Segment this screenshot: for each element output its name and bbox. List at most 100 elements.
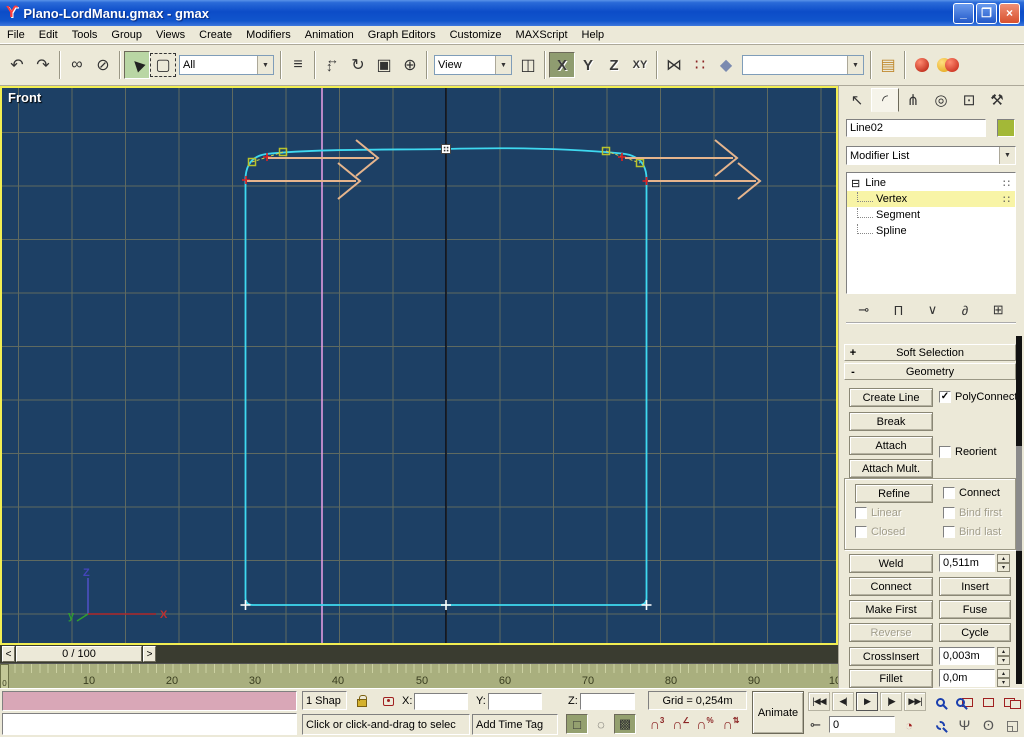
configure-modifier-sets-icon[interactable]: ⊞: [993, 302, 1004, 318]
object-color-swatch[interactable]: [997, 119, 1015, 137]
close-button[interactable]: ×: [999, 3, 1020, 24]
time-config-icon[interactable]: ◔: [898, 715, 920, 735]
modifier-list-dropdown[interactable]: Modifier List ▼: [846, 146, 1016, 165]
tab-motion-icon[interactable]: ◎: [927, 88, 955, 112]
title-bar[interactable]: ϒ Plano-LordManu.gmax - gmax _ ❐ ×: [0, 0, 1024, 26]
weld-spinner[interactable]: ▴ ▾: [997, 554, 1010, 572]
material-editor-icon[interactable]: [909, 51, 935, 79]
attach-button[interactable]: Attach: [849, 436, 933, 455]
spinner-snap-icon[interactable]: ∩⇅: [720, 714, 742, 734]
next-frame-button[interactable]: |▶: [880, 692, 902, 711]
front-viewport[interactable]: Front: [0, 86, 838, 645]
fillet-field[interactable]: [939, 669, 995, 687]
menu-file[interactable]: File: [0, 27, 32, 43]
zoom-button[interactable]: [930, 692, 951, 712]
percent-snap-icon[interactable]: ∩%: [694, 714, 716, 734]
select-and-scale-icon[interactable]: ▣: [371, 51, 397, 79]
render-icon[interactable]: [935, 51, 961, 79]
previous-frame-button[interactable]: ◀|: [832, 692, 854, 711]
vertex-marker[interactable]: [642, 600, 652, 610]
fillet-spinner[interactable]: ▴ ▾: [997, 669, 1010, 687]
menu-modifiers[interactable]: Modifiers: [239, 27, 298, 43]
cycle-button[interactable]: Cycle: [939, 623, 1011, 642]
tab-create-icon[interactable]: ↖: [843, 88, 871, 112]
region-zoom-button[interactable]: [930, 715, 951, 735]
play-button[interactable]: ▶: [856, 692, 878, 711]
spinner-up-icon[interactable]: ▴: [997, 647, 1010, 656]
rollout-expand-icon[interactable]: +: [845, 347, 861, 359]
refine-button[interactable]: Refine: [855, 484, 933, 503]
maximize-button[interactable]: ❐: [976, 3, 997, 24]
viewport-label[interactable]: Front: [8, 90, 41, 105]
array-icon[interactable]: ∷: [687, 51, 713, 79]
create-line-button[interactable]: Create Line: [849, 388, 933, 407]
remove-modifier-icon[interactable]: ∂: [962, 303, 968, 318]
menu-views[interactable]: Views: [149, 27, 192, 43]
menu-maxscript[interactable]: MAXScript: [509, 27, 575, 43]
select-and-rotate-icon[interactable]: ↻: [345, 51, 371, 79]
pin-stack-icon[interactable]: ⊸: [858, 302, 869, 318]
weld-button[interactable]: Weld: [849, 554, 933, 573]
viewport-canvas[interactable]: Z X y: [2, 88, 836, 643]
selection-lock-button[interactable]: [351, 691, 373, 711]
menu-help[interactable]: Help: [575, 27, 612, 43]
reference-coordinate-dropdown[interactable]: View ▼: [434, 55, 512, 75]
undo-icon[interactable]: ↶: [4, 51, 30, 79]
insert-button[interactable]: Insert: [939, 577, 1011, 596]
tab-hierarchy-icon[interactable]: ⋔: [899, 88, 927, 112]
break-button[interactable]: Break: [849, 412, 933, 431]
key-mode-button[interactable]: ⊸: [804, 715, 826, 735]
menu-customize[interactable]: Customize: [443, 27, 509, 43]
unlink-selection-icon[interactable]: ⊘: [90, 51, 116, 79]
zoom-extents-all-button[interactable]: [1002, 692, 1023, 712]
chevron-down-icon[interactable]: ▼: [847, 56, 863, 74]
align-icon[interactable]: ◆: [713, 51, 739, 79]
vertex-marker[interactable]: [441, 600, 451, 610]
spinner-down-icon[interactable]: ▾: [997, 678, 1010, 687]
menu-graph-editors[interactable]: Graph Editors: [361, 27, 443, 43]
stack-row-spline[interactable]: Spline: [847, 223, 1015, 239]
select-and-manipulate-icon[interactable]: ⊕: [397, 51, 423, 79]
add-time-tag[interactable]: Add Time Tag: [472, 714, 558, 735]
restrict-xy-button[interactable]: XY: [627, 52, 653, 78]
current-frame-marker[interactable]: 0: [0, 664, 9, 688]
snap-3d-icon[interactable]: ∩3: [646, 714, 668, 734]
make-unique-icon[interactable]: ∨: [928, 302, 938, 318]
collapse-icon[interactable]: ⊟: [851, 177, 860, 190]
menu-animation[interactable]: Animation: [298, 27, 361, 43]
menu-group[interactable]: Group: [104, 27, 149, 43]
attach-mult-button[interactable]: Attach Mult.: [849, 459, 933, 478]
panel-scrollbar[interactable]: [1016, 336, 1022, 684]
spinner-down-icon[interactable]: ▾: [997, 563, 1010, 572]
menu-create[interactable]: Create: [192, 27, 239, 43]
spinner-down-icon[interactable]: ▾: [997, 656, 1010, 665]
rollout-soft-selection[interactable]: + Soft Selection: [844, 344, 1016, 361]
degradation-override-icon[interactable]: □: [566, 714, 588, 734]
x-coord-field[interactable]: [414, 693, 468, 710]
select-and-move-icon[interactable]: ↔↕: [319, 51, 345, 79]
spinner-up-icon[interactable]: ▴: [997, 669, 1010, 678]
z-coord-field[interactable]: [580, 693, 635, 710]
fuse-button[interactable]: Fuse: [939, 600, 1011, 619]
go-to-end-button[interactable]: ▶▶|: [904, 692, 926, 711]
menu-tools[interactable]: Tools: [65, 27, 105, 43]
tab-utilities-icon[interactable]: ⚒: [983, 88, 1011, 112]
mirror-icon[interactable]: ⋈: [661, 51, 687, 79]
stack-row-line[interactable]: ⊟ Line ∷: [847, 175, 1015, 191]
minimize-button[interactable]: _: [953, 3, 974, 24]
stack-row-segment[interactable]: Segment: [847, 207, 1015, 223]
vertex-marker[interactable]: [241, 600, 251, 610]
frame-prev-button[interactable]: <: [2, 646, 15, 662]
rollout-geometry[interactable]: - Geometry: [844, 363, 1016, 380]
object-name-field[interactable]: [846, 119, 986, 137]
selection-filter-dropdown[interactable]: All ▼: [179, 55, 274, 75]
weld-threshold-field[interactable]: [939, 554, 995, 572]
menu-edit[interactable]: Edit: [32, 27, 65, 43]
first-vertex-marker[interactable]: [442, 145, 451, 154]
stack-row-vertex[interactable]: Vertex ∷: [847, 191, 1015, 207]
crossinsert-button[interactable]: CrossInsert: [849, 647, 933, 666]
track-bar[interactable]: 10 20 30 40 50 60 70 80 90 100 0: [0, 663, 838, 688]
connect-button[interactable]: Connect: [849, 577, 933, 596]
redo-icon[interactable]: ↷: [30, 51, 56, 79]
chevron-down-icon[interactable]: ▼: [495, 56, 511, 74]
